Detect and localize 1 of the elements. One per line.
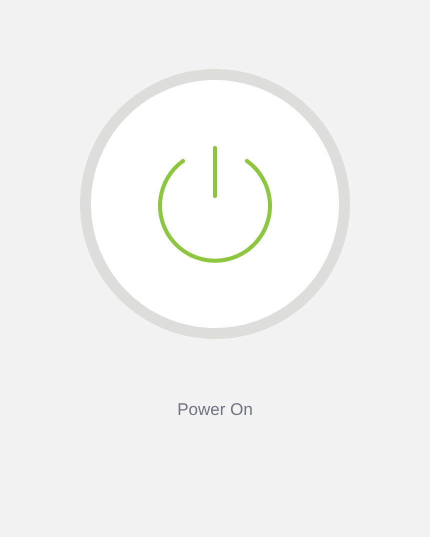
power-status-label: Power On (177, 400, 253, 420)
